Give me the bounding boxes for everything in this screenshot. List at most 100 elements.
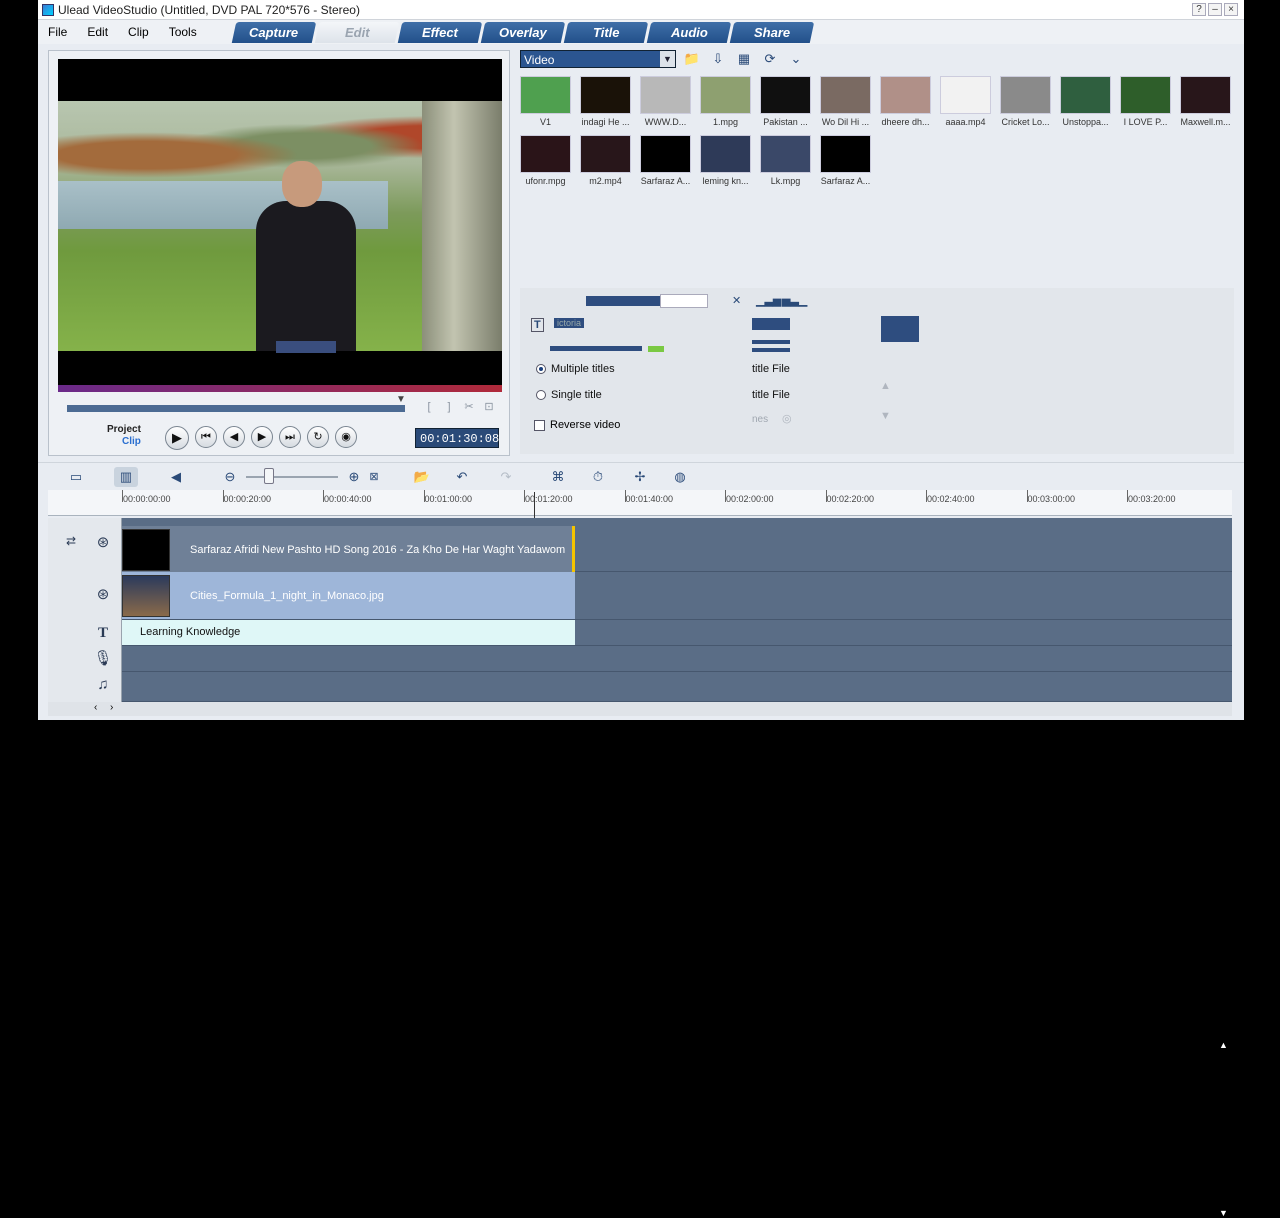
library-thumbnail[interactable]: 1.mpg [700,76,751,127]
menu-file[interactable]: File [38,25,77,39]
library-thumbnail[interactable]: indagi He ... [580,76,631,127]
tab-title[interactable]: Title [563,22,649,43]
library-manager-icon[interactable]: ▦ [734,50,754,68]
minimize-button[interactable]: – [1208,3,1222,16]
home-icon[interactable]: ⏮ [195,426,217,448]
library-thumbnail[interactable]: Wo Dil Hi ... [820,76,871,127]
library-thumbnail[interactable]: Unstoppa... [1060,76,1111,127]
redo-icon[interactable]: ↷ [494,467,518,487]
next-frame-icon[interactable]: ▶ [251,426,273,448]
insert-media-icon[interactable]: 📂 [410,467,434,487]
overlay-track[interactable]: Cities_Formula_1_night_in_Monaco.jpg [122,572,1232,620]
spin-icon[interactable]: ◎ [782,412,792,425]
scroll-right-icon[interactable]: › [110,702,113,713]
playhead[interactable] [534,492,535,518]
chevron-down-icon[interactable]: ▼ [660,51,675,67]
zoom-out-icon[interactable]: ⊖ [218,467,242,487]
title-track[interactable]: Learning Knowledge [122,620,1232,646]
menu-tools[interactable]: Tools [159,25,207,39]
mark-out-icon[interactable]: ] [441,399,457,415]
tab-audio[interactable]: Audio [646,22,732,43]
menu-clip[interactable]: Clip [118,25,159,39]
close-button[interactable]: × [1224,3,1238,16]
library-thumbnail[interactable]: aaaa.mp4 [940,76,991,127]
cut-clip-icon[interactable]: ✂ [461,399,477,415]
preset-swatch[interactable] [881,316,919,342]
mute-icon[interactable]: ✕ [732,294,741,307]
save-title-file-label[interactable]: title File [752,389,790,401]
timeline-horizontal-scrollbar[interactable]: ‹ › [48,702,1232,716]
library-thumbnail[interactable]: leming kn... [700,135,751,186]
library-thumbnail[interactable]: I LOVE P... [1120,76,1171,127]
tab-edit[interactable]: Edit [314,22,400,43]
tab-overlay[interactable]: Overlay [480,22,566,43]
folder-icon[interactable]: 📁 [682,50,702,68]
enlarge-icon[interactable]: ⊡ [481,399,497,415]
library-thumbnail[interactable]: Pakistan ... [760,76,811,127]
scrub-marker-icon[interactable]: ▼ [396,394,406,405]
play-icon[interactable]: ▶ [165,426,189,450]
open-title-file-label[interactable]: title File [752,363,790,375]
single-title-radio[interactable]: Single title [536,389,602,401]
timecode-display[interactable]: 00:01:30:08 [415,428,499,448]
create-disc-icon[interactable]: ◍ [668,467,692,487]
track-manager-icon[interactable]: ⇄ [60,530,82,552]
zoom-slider-track[interactable] [246,476,338,478]
tab-effect[interactable]: Effect [397,22,483,43]
library-thumbnail[interactable]: Lk.mpg [760,135,811,186]
clip-name-field[interactable]: ictoria [554,318,585,328]
color-field[interactable] [660,294,708,308]
end-icon[interactable]: ⏭ [279,426,301,448]
previous-frame-icon[interactable]: ◀ [223,426,245,448]
library-thumbnail[interactable]: Sarfaraz A... [640,135,691,186]
repeat-icon[interactable]: ↻ [307,426,329,448]
import-icon[interactable]: ⇩ [708,50,728,68]
scrub-bar[interactable] [67,405,405,412]
tab-share[interactable]: Share [729,22,815,43]
timer-icon[interactable]: ⏱ [586,467,610,487]
smart-proxy-icon[interactable]: ⌘ [546,467,570,487]
move-up-icon[interactable]: ▲ [880,380,891,392]
library-thumbnail[interactable]: dheere dh... [880,76,931,127]
timeline-view-icon[interactable]: ▥ [114,467,138,487]
zoom-slider-thumb[interactable] [264,468,274,484]
library-category-select[interactable]: Video ▼ [520,50,676,68]
music-track[interactable] [122,672,1232,702]
tab-capture[interactable]: Capture [231,22,317,43]
library-thumbnail[interactable]: WWW.D... [640,76,691,127]
style-select[interactable] [752,318,790,330]
storyboard-view-icon[interactable]: ▭ [64,467,88,487]
scroll-up-icon[interactable]: ▲ [1219,1040,1228,1050]
audio-view-icon[interactable]: ◀ [164,467,188,487]
library-thumbnail[interactable]: Maxwell.m... [1180,76,1231,127]
help-button[interactable]: ? [1192,3,1206,16]
title-clip[interactable]: Learning Knowledge [122,620,575,645]
library-thumbnail[interactable]: ufonr.mpg [520,135,571,186]
mark-in-icon[interactable]: [ [421,399,437,415]
multiple-titles-radio[interactable]: Multiple titles [536,363,615,375]
expand-icon[interactable]: ⌄ [786,50,806,68]
voice-track[interactable] [122,646,1232,672]
undo-icon[interactable]: ↶ [450,467,474,487]
mode-project[interactable]: Project [107,424,141,436]
menu-edit[interactable]: Edit [77,25,118,39]
scroll-left-icon[interactable]: ‹ [94,702,97,713]
mode-clip[interactable]: Clip [107,436,141,448]
move-down-icon[interactable]: ▼ [880,410,891,422]
reverse-video-checkbox[interactable]: Reverse video [534,419,620,431]
overlay-clip[interactable]: Cities_Formula_1_night_in_Monaco.jpg [122,572,575,619]
scroll-down-icon[interactable]: ▼ [1219,1208,1228,1218]
preview-window[interactable] [58,59,502,392]
fit-project-icon[interactable]: ⊠ [362,467,386,487]
chapter-icon[interactable]: ✢ [628,467,652,487]
fade-out-icon[interactable]: ▅▃▁ [782,294,807,307]
library-thumbnail[interactable]: m2.mp4 [580,135,631,186]
fade-in-icon[interactable]: ▁▃▅ [756,294,781,307]
video-track[interactable]: Sarfaraz Afridi New Pashto HD Song 2016 … [122,518,1232,579]
timeline-ruler[interactable]: 00:00:00:00 00:00:20:00 00:00:40:00 00:01:0… [48,490,1232,516]
refresh-icon[interactable]: ⟳ [760,50,780,68]
volume-icon[interactable]: ◉ [335,426,357,448]
timeline-vertical-scrollbar[interactable]: ▲ ▼ [1216,1040,1232,1218]
library-thumbnail[interactable]: Sarfaraz A... [820,135,871,186]
library-thumbnail[interactable]: V1 [520,76,571,127]
